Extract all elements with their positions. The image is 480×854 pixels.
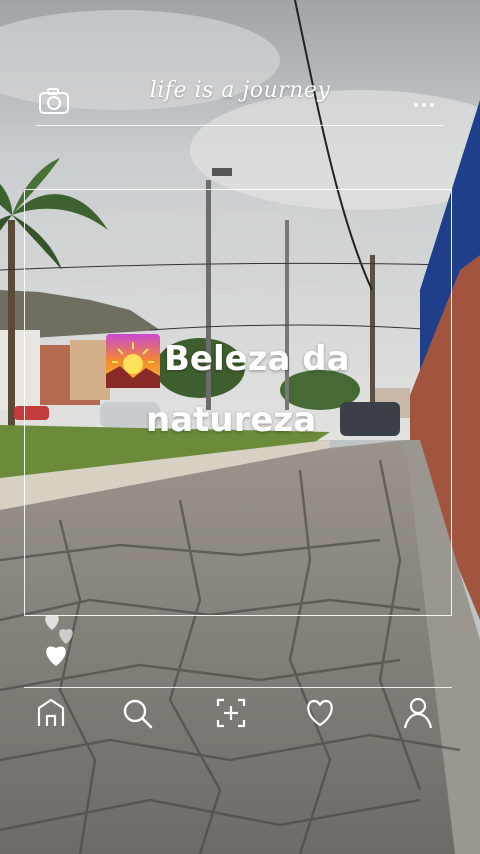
caption-line-2: natureza: [146, 400, 317, 440]
search-icon[interactable]: [120, 696, 154, 730]
profile-icon[interactable]: [401, 696, 435, 730]
caption-line-1: Beleza da: [164, 339, 350, 379]
hearts-icon[interactable]: [38, 610, 82, 668]
home-icon[interactable]: [34, 696, 68, 730]
header-divider: [36, 125, 444, 126]
sunset-icon: [106, 334, 160, 388]
more-dots-icon[interactable]: [414, 92, 440, 107]
heart-icon[interactable]: [303, 696, 337, 730]
bottom-nav: [0, 686, 480, 746]
page-title: life is a journey: [149, 78, 331, 103]
add-icon[interactable]: [214, 696, 248, 730]
